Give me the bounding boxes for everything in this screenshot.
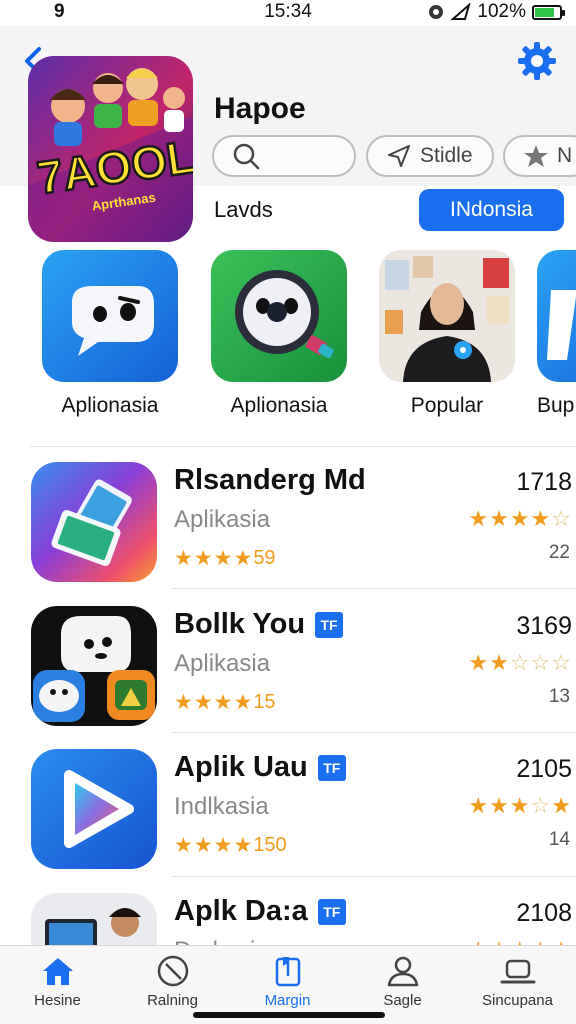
rating-stars: ★★★★ xyxy=(174,691,254,714)
page-title: Hapoe xyxy=(214,92,306,125)
app-category: Aplikasia xyxy=(174,650,271,677)
search-pill[interactable] xyxy=(212,135,356,177)
featured-app-icon[interactable]: 7AOOL Aprthanas xyxy=(28,56,193,242)
tab-label: Sincupana xyxy=(482,992,553,1009)
category-item[interactable]: Aplionasia xyxy=(209,250,349,418)
list-item[interactable]: Aplk Da:aTF Drekasin 2108 ★★★★★ xyxy=(0,893,576,945)
divider xyxy=(172,732,576,733)
right-rating-stars: ★★☆☆☆ xyxy=(468,650,572,675)
right-rating-stars: ★★★★☆ xyxy=(468,506,572,531)
compass-icon xyxy=(157,955,188,987)
rating-stars: ★★★★ xyxy=(174,547,254,570)
magnifier-face-icon xyxy=(211,250,347,382)
play-icon xyxy=(31,749,157,869)
app-small-value: 22 xyxy=(548,542,570,563)
search-icon xyxy=(233,143,260,170)
person-photo xyxy=(379,250,515,382)
person-tablet-icon xyxy=(31,893,157,945)
tab-margin[interactable]: Margin xyxy=(230,952,345,1009)
category-label: Aplionasia xyxy=(230,394,328,417)
app-count: 3169 xyxy=(516,612,572,640)
app-name: Aplk Da:a TF xyxy=(174,895,346,928)
app-count: 2108 xyxy=(516,899,572,927)
region-button[interactable]: INdonsia xyxy=(419,189,564,231)
book-icon xyxy=(275,957,300,987)
style-pill-label: Stidle xyxy=(420,144,473,167)
section-subtitle: Lavds xyxy=(214,197,273,222)
divider xyxy=(172,588,576,589)
category-label: Bup xyxy=(537,394,575,417)
app-name: Bollk You TF xyxy=(174,608,344,641)
status-right: 102% xyxy=(427,1,565,23)
app-name: Rlsanderg Md xyxy=(174,464,366,496)
phones-icon xyxy=(31,462,157,582)
laptop-icon xyxy=(500,959,535,984)
style-pill[interactable]: Stidle xyxy=(366,135,494,177)
battery-fill xyxy=(535,7,554,17)
tab-sagle[interactable]: Sagle xyxy=(345,952,460,1009)
status-bar: 9 15:34 102% xyxy=(0,0,576,26)
rating-value: 150 xyxy=(253,834,287,856)
app-badge: TF xyxy=(317,754,346,781)
divider xyxy=(30,446,576,447)
app-badge: TF xyxy=(315,611,344,638)
category-row: Aplionasia Aplionasia Popular Bup xyxy=(0,250,576,430)
rating-value: 15 xyxy=(253,691,276,713)
tab-home[interactable]: Hesine xyxy=(0,952,115,1009)
tab-sincupana[interactable]: Sincupana xyxy=(460,952,575,1009)
battery-percent: 102% xyxy=(477,1,526,22)
app-small-value: 14 xyxy=(548,829,570,850)
app-name: Aplik Uau TF xyxy=(174,751,346,784)
settings-button[interactable] xyxy=(516,40,558,82)
star-pill[interactable]: N xyxy=(503,135,576,177)
mascot-icon xyxy=(31,606,157,726)
category-item[interactable]: Popular xyxy=(377,250,517,418)
category-label: Popular xyxy=(410,394,484,417)
app-rating: ★★★★ 59 xyxy=(174,546,276,571)
right-rating-stars: ★★★★★ xyxy=(468,937,572,945)
app-rating: ★★★★ 15 xyxy=(174,690,276,715)
app-badge: TF xyxy=(317,898,346,925)
chat-face-icon xyxy=(42,250,178,382)
person-icon xyxy=(387,956,418,987)
category-item[interactable]: Bup xyxy=(537,250,576,418)
star-pill-label: N xyxy=(557,144,573,167)
rating-value: 59 xyxy=(253,547,276,569)
app-category: Drekasin xyxy=(174,937,269,945)
app-count: 1718 xyxy=(516,468,572,496)
app-category: Indlkasia xyxy=(174,793,269,820)
rating-stars: ★★★★ xyxy=(174,834,254,857)
home-indicator[interactable] xyxy=(193,1012,385,1018)
blue-app-icon xyxy=(537,250,576,382)
list-item[interactable]: Aplik Uau TF Indlkasia ★★★★ 150 2105 ★★★☆★… xyxy=(0,749,576,889)
category-item[interactable]: Aplionasia xyxy=(40,250,180,418)
battery-icon xyxy=(532,4,565,20)
star-icon xyxy=(524,145,548,167)
list-item[interactable]: Rlsanderg Md Aplikasia ★★★★ 59 1718 ★★★★☆… xyxy=(0,462,576,602)
home-icon xyxy=(42,958,73,985)
app-small-value: 13 xyxy=(548,686,570,707)
tab-label: Margin xyxy=(264,992,311,1009)
right-rating-stars: ★★★☆★ xyxy=(468,793,572,818)
signal-icon xyxy=(451,3,472,20)
category-label: Aplionasia xyxy=(61,394,159,417)
gear-icon xyxy=(518,42,556,80)
tab-label: Sagle xyxy=(383,992,422,1009)
tab-label: Hesine xyxy=(34,992,81,1009)
tab-label: Ralning xyxy=(147,992,198,1009)
list-item[interactable]: Bollk You TF Aplikasia ★★★★ 15 3169 ★★☆☆☆ … xyxy=(0,606,576,746)
alarm-icon xyxy=(429,5,444,19)
tab-ralning[interactable]: Ralning xyxy=(115,952,230,1009)
app-count: 2105 xyxy=(516,755,572,783)
app-rating: ★★★★ 150 xyxy=(174,833,287,858)
divider xyxy=(172,876,576,877)
send-icon xyxy=(388,145,410,167)
app-category: Aplikasia xyxy=(174,506,271,533)
